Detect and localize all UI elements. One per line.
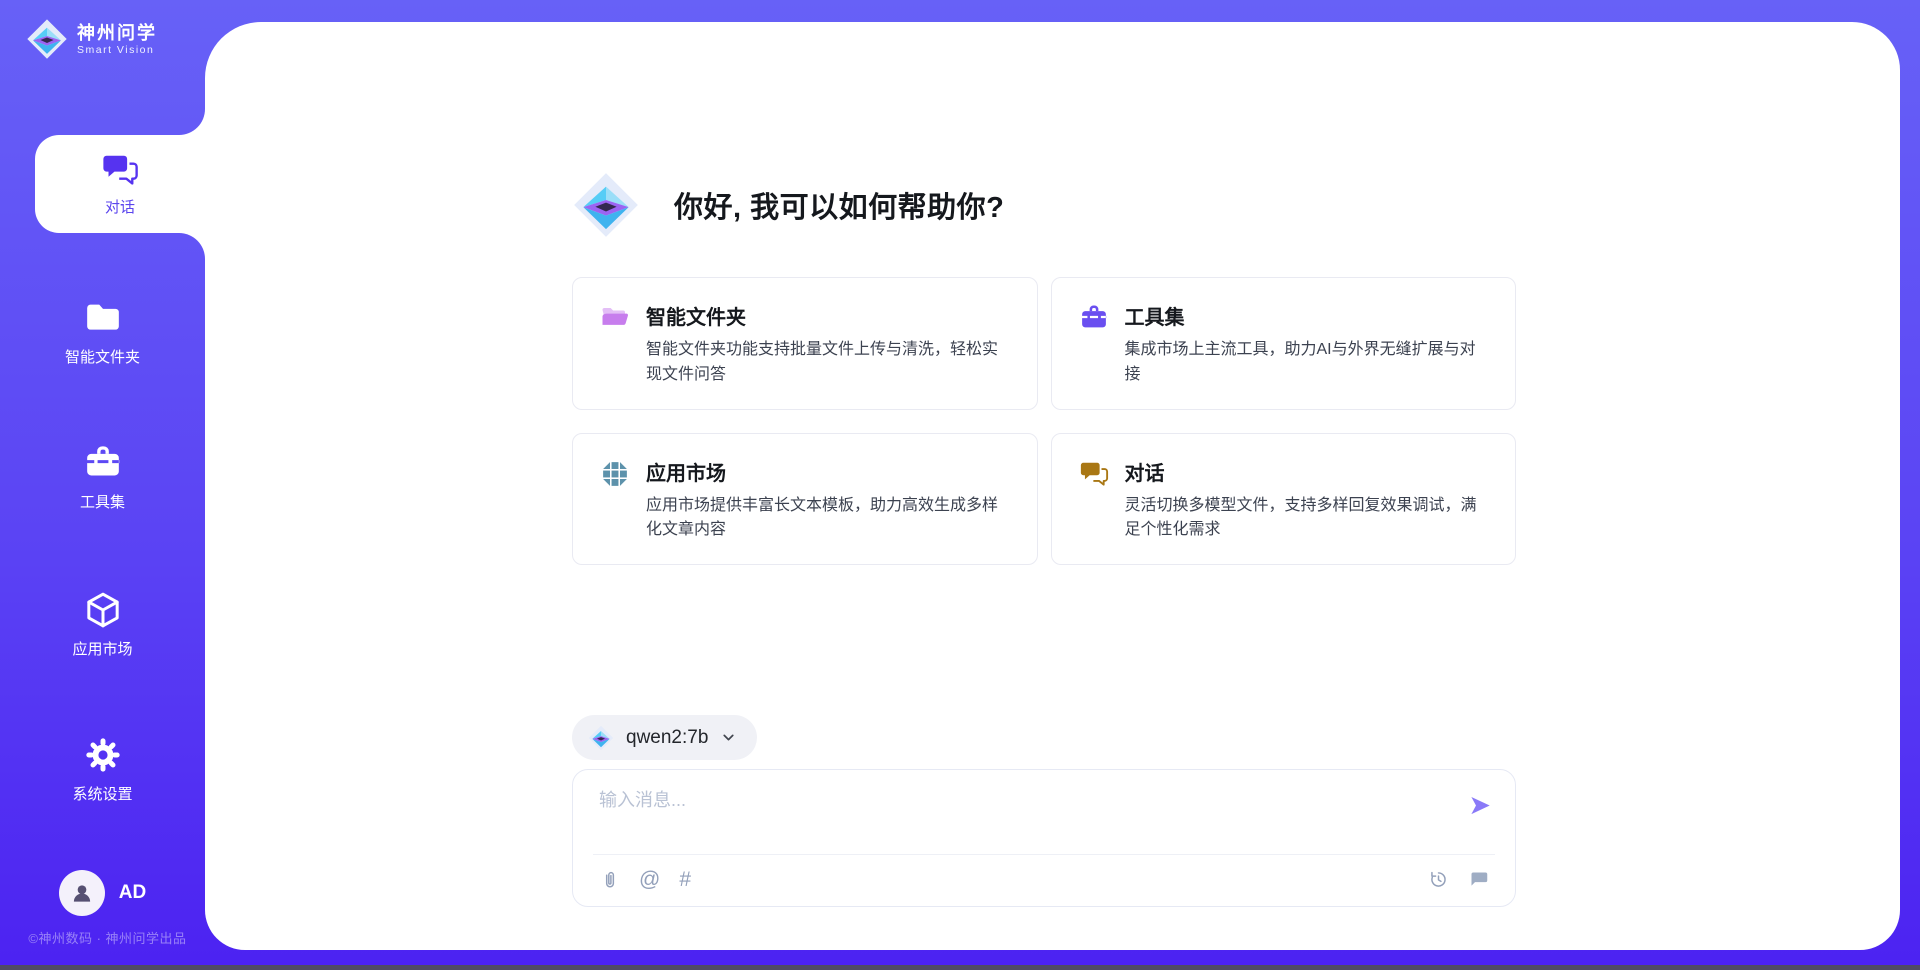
main-panel: 你好, 我可以如何帮助你? 智能文件夹 智能文件夹功能支持批量文件上传与清洗，轻… (205, 22, 1900, 950)
avatar (59, 870, 105, 916)
composer-divider (593, 854, 1495, 855)
attach-file-button[interactable] (599, 869, 620, 890)
paperclip-icon (599, 869, 620, 890)
card-description: 智能文件夹功能支持批量文件上传与清洗，轻松实现文件问答 (646, 338, 1011, 388)
brand-name: 神州问学 (77, 22, 157, 45)
bottom-edge (0, 965, 1920, 970)
history-button[interactable] (1428, 869, 1449, 890)
card-title: 对话 (1125, 457, 1490, 486)
folder-icon (83, 298, 123, 338)
sidebar-item-label: 对话 (105, 196, 135, 217)
history-clock-icon (1428, 869, 1449, 890)
new-chat-button[interactable] (1468, 869, 1489, 890)
toolbox-icon (83, 443, 123, 483)
toolbox-icon (1079, 303, 1109, 333)
brand-subtitle: Smart Vision (77, 44, 157, 56)
sidebar-item-chat[interactable]: 对话 (35, 135, 205, 233)
sidebar-footer: ©神州数码 · 神州问学出品 (0, 928, 215, 947)
model-logo-icon (588, 725, 614, 751)
tab-fillet-top (179, 109, 205, 135)
card-smart-folder[interactable]: 智能文件夹 智能文件夹功能支持批量文件上传与清洗，轻松实现文件问答 (572, 277, 1038, 410)
feature-cards: 智能文件夹 智能文件夹功能支持批量文件上传与清洗，轻松实现文件问答 工具集 集成… (572, 277, 1516, 565)
message-composer: ➤ @ # (572, 769, 1516, 907)
tab-fillet-bottom (179, 233, 205, 259)
send-icon[interactable]: ➤ (1468, 792, 1491, 819)
gear-icon (83, 735, 123, 775)
card-app-market[interactable]: 应用市场 应用市场提供丰富长文本模板，助力高效生成多样化文章内容 (572, 433, 1038, 566)
card-chat[interactable]: 对话 灵活切换多模型文件，支持多样回复效果调试，满足个性化需求 (1051, 433, 1517, 566)
greeting-text: 你好, 我可以如何帮助你? (674, 184, 1004, 226)
assistant-logo-icon (572, 171, 640, 239)
user-initials: AD (119, 882, 146, 904)
card-title: 应用市场 (646, 457, 1011, 486)
card-description: 灵活切换多模型文件，支持多样回复效果调试，满足个性化需求 (1125, 494, 1490, 544)
cube-icon (83, 590, 123, 630)
sidebar-item-smart-folder[interactable]: 智能文件夹 (0, 292, 205, 372)
chat-bubbles-icon (1079, 459, 1109, 489)
message-input[interactable] (599, 786, 1419, 844)
content-column: 你好, 我可以如何帮助你? 智能文件夹 智能文件夹功能支持批量文件上传与清洗，轻… (572, 22, 1516, 950)
chevron-down-icon (720, 729, 737, 746)
folder-open-icon (600, 303, 630, 333)
brand-logo-icon (26, 18, 68, 60)
chat-bubbles-icon (101, 151, 139, 189)
sidebar-item-app-market[interactable]: 应用市场 (0, 584, 205, 664)
sidebar-item-label: 应用市场 (72, 638, 132, 659)
chat-solid-icon (1468, 869, 1489, 890)
model-selector[interactable]: qwen2:7b (572, 715, 757, 760)
brand: 神州问学 Smart Vision (26, 18, 157, 60)
card-description: 应用市场提供丰富长文本模板，助力高效生成多样化文章内容 (646, 494, 1011, 544)
card-title: 工具集 (1125, 301, 1490, 330)
sidebar-item-settings[interactable]: 系统设置 (0, 729, 205, 809)
model-name: qwen2:7b (626, 727, 708, 749)
card-description: 集成市场上主流工具，助力AI与外界无缝扩展与对接 (1125, 338, 1490, 388)
greeting: 你好, 我可以如何帮助你? (572, 171, 1004, 239)
hashtag-button[interactable]: # (679, 869, 691, 890)
person-icon (69, 880, 95, 906)
composer-toolbar: @ # (599, 864, 1489, 894)
card-toolset[interactable]: 工具集 集成市场上主流工具，助力AI与外界无缝扩展与对接 (1051, 277, 1517, 410)
app-window: 神州问学 Smart Vision 对话 智能文件夹 工具集 应用市场 系统设置 (0, 0, 1920, 970)
mention-button[interactable]: @ (639, 869, 660, 890)
sidebar-item-label: 系统设置 (72, 783, 132, 804)
sidebar-item-toolset[interactable]: 工具集 (0, 437, 205, 517)
card-title: 智能文件夹 (646, 301, 1011, 330)
sidebar-item-label: 工具集 (80, 491, 125, 512)
sidebar-item-label: 智能文件夹 (65, 346, 140, 367)
grid-blocks-icon (600, 459, 630, 489)
user-account[interactable]: AD (0, 868, 205, 918)
